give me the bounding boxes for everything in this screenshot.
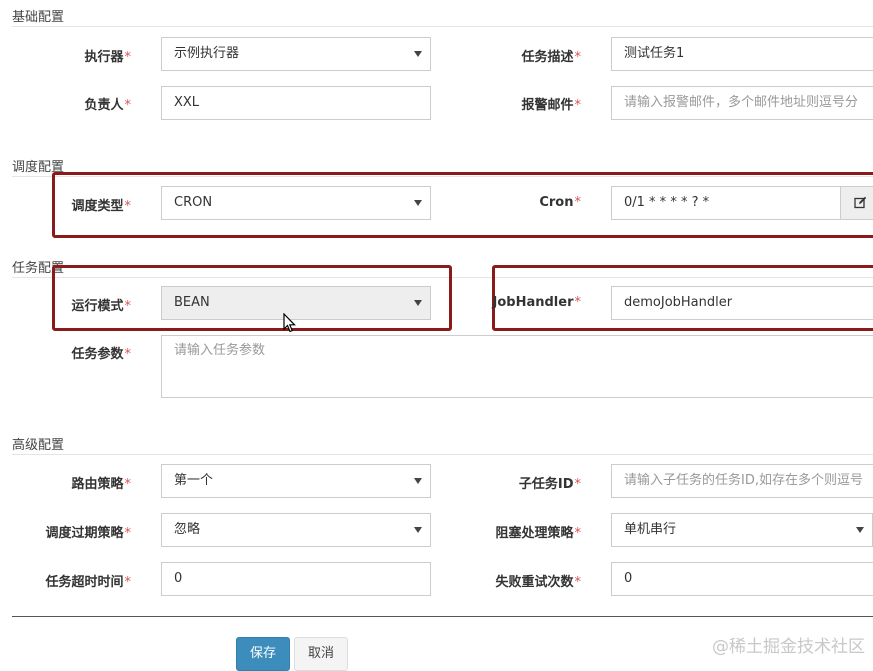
section-divider	[12, 26, 873, 27]
route-strategy-select[interactable]: 第一个	[161, 464, 431, 498]
edit-icon	[853, 196, 866, 209]
cron-input[interactable]: 0/1 * * * * ? *	[611, 186, 841, 220]
job-desc-input[interactable]: 测试任务1	[611, 37, 873, 71]
footer-divider	[12, 616, 873, 617]
job-param-textarea[interactable]	[161, 335, 873, 398]
cron-edit-button[interactable]	[840, 186, 873, 220]
author-input[interactable]: XXL	[161, 86, 431, 120]
mouse-cursor-icon	[283, 313, 296, 333]
dropdown-caret-icon	[414, 51, 422, 57]
job-desc-label: 任务描述*	[521, 50, 581, 65]
save-button[interactable]: 保存	[236, 637, 290, 671]
section-title-basic: 基础配置	[12, 10, 65, 25]
block-strategy-label: 阻塞处理策略*	[495, 526, 581, 541]
cancel-button[interactable]: 取消	[294, 637, 348, 671]
run-mode-label: 运行模式*	[71, 299, 131, 314]
misfire-strategy-select[interactable]: 忽略	[161, 513, 431, 547]
dropdown-caret-icon	[414, 200, 422, 206]
cron-label: Cron*	[539, 195, 581, 210]
dropdown-caret-icon	[414, 478, 422, 484]
dropdown-caret-icon	[414, 300, 422, 306]
child-job-id-input[interactable]: 请输入子任务的任务ID,如存在多个则逗号	[611, 464, 873, 498]
executor-label: 执行器*	[84, 50, 131, 65]
section-title-advanced: 高级配置	[12, 438, 65, 453]
route-strategy-label: 路由策略*	[71, 477, 131, 492]
fail-retry-input[interactable]: 0	[611, 562, 873, 596]
job-handler-label: JobHandler*	[492, 295, 581, 310]
executor-select[interactable]: 示例执行器	[161, 37, 431, 71]
timeout-input[interactable]: 0	[161, 562, 431, 596]
job-param-label: 任务参数*	[71, 347, 131, 362]
dropdown-caret-icon	[414, 527, 422, 533]
job-handler-input[interactable]: demoJobHandler	[611, 286, 873, 320]
author-label: 负责人*	[84, 98, 131, 113]
block-strategy-select[interactable]: 单机串行	[611, 513, 873, 547]
child-job-id-label: 子任务ID*	[518, 477, 581, 492]
section-divider	[12, 454, 873, 455]
watermark: @稀土掘金技术社区	[712, 637, 865, 657]
fail-retry-label: 失败重试次数*	[495, 575, 581, 590]
schedule-type-label: 调度类型*	[71, 199, 131, 214]
schedule-type-select[interactable]: CRON	[161, 186, 431, 220]
dropdown-caret-icon	[856, 527, 864, 533]
alarm-email-input[interactable]: 请输入报警邮件，多个邮件地址则逗号分	[611, 86, 873, 120]
misfire-strategy-label: 调度过期策略*	[45, 526, 131, 541]
timeout-label: 任务超时时间*	[45, 575, 131, 590]
alarm-email-label: 报警邮件*	[521, 98, 581, 113]
